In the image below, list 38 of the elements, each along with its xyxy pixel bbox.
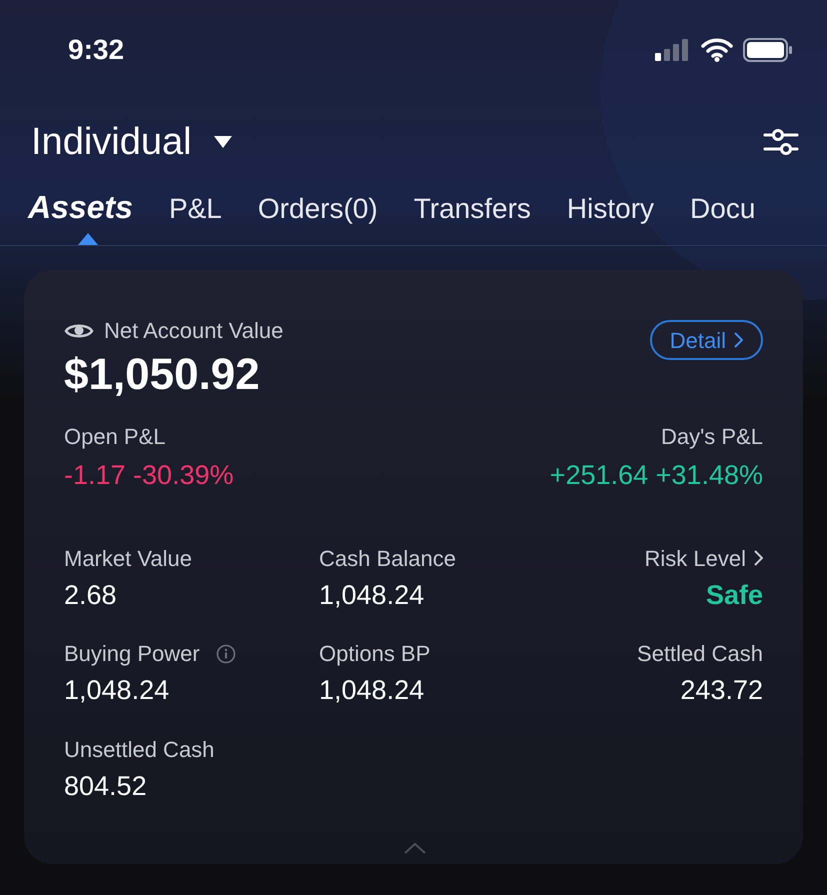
metric-value: 2.68: [64, 578, 117, 612]
wifi-icon: [701, 38, 733, 62]
caret-icon: [214, 136, 232, 148]
info-icon[interactable]: [216, 644, 236, 664]
account-selector[interactable]: Individual: [31, 114, 232, 170]
metric-label: Options BP: [319, 640, 430, 668]
metric-label: Unsettled Cash: [64, 736, 214, 764]
tab[interactable]: Orders(0): [258, 195, 378, 245]
battery-icon: [743, 38, 793, 62]
pnl-label: Open P&L: [64, 423, 166, 451]
metric-value: Safe: [706, 578, 763, 612]
chevron-right-icon[interactable]: [754, 550, 763, 566]
net-value: $1,050.92: [64, 349, 261, 401]
pnl-value: -1.17 -30.39%: [64, 459, 234, 492]
metric-label: Settled Cash: [637, 640, 763, 668]
tab[interactable]: Docu: [690, 195, 756, 245]
metric-value: 243.72: [680, 674, 763, 707]
metric-value: 1,048.24: [64, 674, 170, 707]
status-time: 9:32: [68, 33, 124, 67]
settings-icon[interactable]: [763, 127, 799, 157]
metric-label[interactable]: Risk Level: [644, 542, 746, 574]
metric-value: 1,048.24: [319, 674, 424, 707]
metric-value: 1,048.24: [319, 578, 424, 612]
signal-icon: [655, 39, 691, 61]
detail-button[interactable]: Detail: [650, 320, 763, 360]
metric-value: 804.52: [64, 770, 147, 802]
metric-label: Cash Balance: [319, 544, 456, 572]
pnl-value: +251.64 +31.48%: [550, 459, 763, 492]
tab[interactable]: Assets: [28, 191, 133, 245]
tab[interactable]: Transfers: [414, 195, 531, 245]
tab-indicator-icon: [78, 233, 98, 245]
metric-label: Buying Power: [64, 640, 200, 668]
tab[interactable]: P&L: [168, 195, 222, 245]
metric-label: Market Value: [64, 544, 192, 572]
pnl-label: Day's P&L: [660, 423, 763, 451]
net-value-label: Net Account Value: [104, 317, 284, 345]
chevron-right-icon: [734, 332, 743, 348]
tab[interactable]: History: [566, 195, 654, 245]
